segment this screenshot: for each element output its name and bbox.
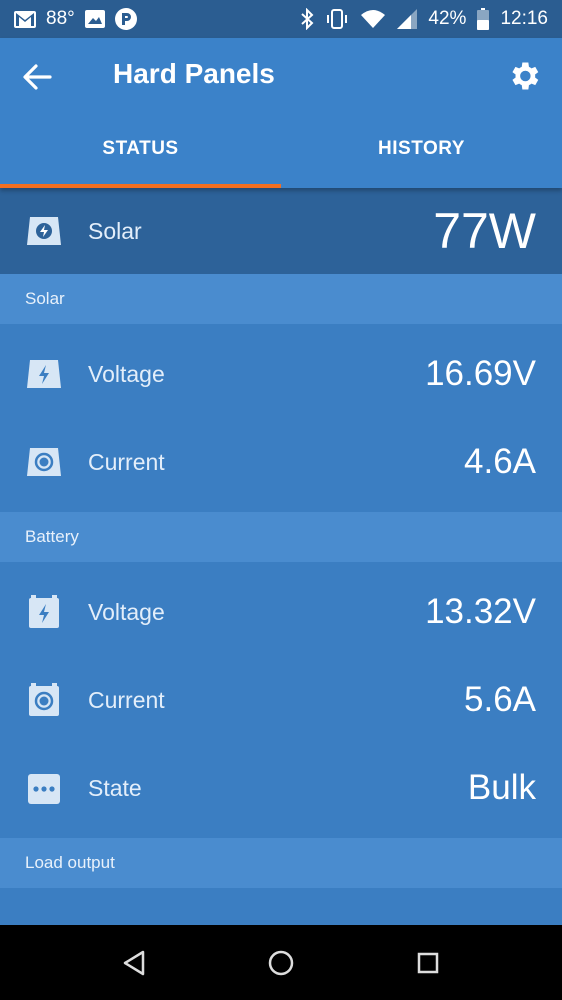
row-value: 4.6A <box>464 442 536 481</box>
battery-voltage-icon <box>25 595 63 629</box>
nav-home-icon[interactable] <box>261 943 301 983</box>
gmail-icon <box>14 10 36 28</box>
solar-power-summary: Solar 77W <box>0 188 562 274</box>
solar-current-icon <box>25 445 63 479</box>
solar-voltage-row: Voltage 16.69V <box>0 330 562 418</box>
pandora-icon <box>114 8 137 30</box>
summary-value: 77W <box>433 203 536 259</box>
android-status-bar: 88° 42% 12:16 <box>0 0 562 38</box>
solar-panel-icon <box>25 214 63 248</box>
nav-back-icon[interactable] <box>114 943 154 983</box>
battery-percent-text: 42% <box>428 8 467 29</box>
tab-history[interactable]: HISTORY <box>281 114 562 188</box>
app-bar: Hard Panels STATUS HISTORY <box>0 38 562 188</box>
row-label: Voltage <box>88 598 165 625</box>
row-value: 13.32V <box>425 592 536 631</box>
battery-current-row: Current 5.6A <box>0 656 562 744</box>
bluetooth-icon <box>300 8 314 30</box>
summary-label: Solar <box>88 217 142 244</box>
row-label: Current <box>88 686 165 713</box>
vibrate-icon <box>325 8 349 30</box>
battery-state-row: State Bulk <box>0 744 562 832</box>
back-arrow-icon[interactable] <box>20 60 54 94</box>
battery-icon <box>477 8 490 30</box>
gear-icon[interactable] <box>506 58 542 94</box>
state-dots-icon <box>25 771 63 805</box>
clock-text: 12:16 <box>500 8 548 29</box>
row-label: Current <box>88 448 165 475</box>
row-value: 5.6A <box>464 680 536 719</box>
page-title: Hard Panels <box>113 58 275 89</box>
wifi-icon <box>360 9 386 29</box>
cell-signal-icon <box>397 9 418 29</box>
tab-bar: STATUS HISTORY <box>0 114 562 188</box>
row-value: Bulk <box>467 768 536 807</box>
row-label: Voltage <box>88 360 165 387</box>
android-nav-bar <box>0 925 562 1000</box>
solar-current-row: Current 4.6A <box>0 418 562 506</box>
row-label: State <box>88 774 142 801</box>
temperature-text: 88° <box>46 8 75 29</box>
battery-current-icon <box>25 683 63 717</box>
nav-recents-icon[interactable] <box>408 943 448 983</box>
image-icon <box>84 10 105 28</box>
section-header-load-output: Load output <box>0 838 562 888</box>
section-header-battery: Battery <box>0 512 562 562</box>
battery-voltage-row: Voltage 13.32V <box>0 568 562 656</box>
row-value: 16.69V <box>425 354 536 393</box>
solar-voltage-icon <box>25 357 63 391</box>
tab-status[interactable]: STATUS <box>0 114 281 188</box>
section-header-solar: Solar <box>0 274 562 324</box>
status-content: Solar 77W Solar Voltage 16.69V Current 4… <box>0 188 562 925</box>
